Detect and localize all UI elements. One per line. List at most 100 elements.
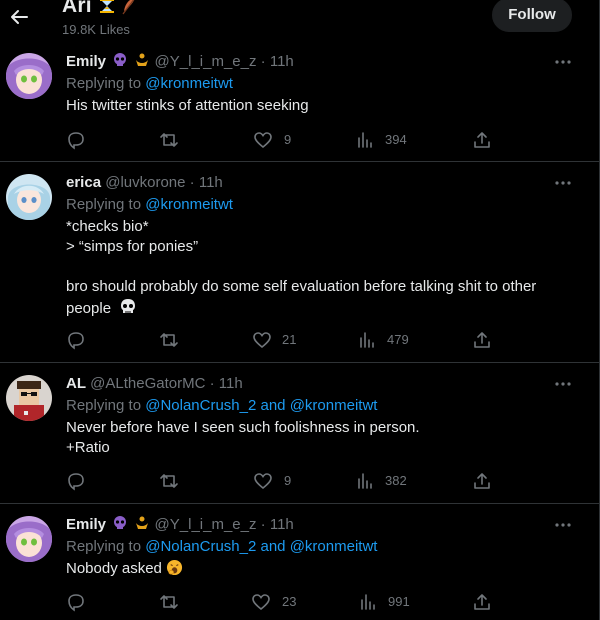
views-button[interactable]: 479 [357,330,427,350]
tweet[interactable]: Emily @Y_l_i_m_e_z · 11h Replying to @No… [0,505,599,620]
ellipsis-icon[interactable] [552,177,574,189]
mention-link[interactable]: @NolanCrush_2 and @kronmeitwt [145,397,377,414]
tweet-text-line: Nobody asked [66,559,183,579]
bar-chart-icon [361,594,375,610]
avatar[interactable] [6,375,52,421]
share-button[interactable] [472,592,492,612]
tweet[interactable]: erica @luvkorone · 11h Replying to @kron… [0,163,599,363]
display-name[interactable]: Emily [66,53,106,70]
feather-icon [122,0,135,15]
like-count: 9 [284,132,292,147]
user-handle[interactable]: @ALtheGatorMC [90,375,205,392]
view-count: 991 [388,594,410,609]
anime-avatar-icon [6,53,52,99]
pixel-avatar-icon [6,375,52,421]
share-icon [474,594,490,610]
tweet-text-line: *checks bio* [66,218,149,235]
arrow-left-icon[interactable] [8,6,30,28]
views-button[interactable]: 394 [355,130,425,150]
like-button[interactable]: 9 [253,471,313,491]
reply-button[interactable] [66,592,96,612]
reply-bubble-icon [68,473,84,491]
skull-emoji-icon [121,299,136,313]
view-count: 394 [385,132,407,147]
replying-to: Replying to @kronmeitwt [66,74,233,94]
profile-likes-timeline: Ari 19.8K Likes Follow Emily @Y_l_i_m_e_… [0,0,600,620]
hourglass-icon [100,0,114,13]
tweet-header: Emily @Y_l_i_m_e_z · 11h [66,515,294,535]
share-button[interactable] [472,130,492,150]
like-count: 21 [282,332,297,347]
user-handle[interactable]: @Y_l_i_m_e_z [155,53,257,70]
tweet-header: AL @ALtheGatorMC · 11h [66,374,243,394]
replying-label: Replying to [66,196,142,213]
mention-link[interactable]: @kronmeitwt [145,75,233,92]
tweet-text-line: bro should probably do some self evaluat… [66,278,537,295]
ellipsis-icon[interactable] [552,378,574,390]
replying-to: Replying to @kronmeitwt [66,195,233,215]
like-button[interactable]: 21 [252,330,312,350]
tweet[interactable]: AL @ALtheGatorMC · 11h Replying to @Nola… [0,364,599,504]
heart-icon [253,332,271,349]
gold-emblem-icon [136,516,149,529]
ellipsis-icon[interactable] [552,519,574,531]
bar-chart-icon [358,473,372,489]
timestamp[interactable]: · 11h [261,516,294,533]
share-button[interactable] [472,330,492,350]
purple-skull-icon [114,53,127,66]
yawning-face-emoji-icon [167,559,183,576]
reply-button[interactable] [66,130,96,150]
like-button[interactable]: 9 [253,130,313,150]
profile-name: Ari [62,0,92,17]
bar-chart-icon [358,132,372,148]
reply-bubble-icon [68,594,84,612]
mention-link[interactable]: @kronmeitwt [145,196,233,213]
tweet-text-line: > “simps for ponies” [66,238,199,255]
tweet-text: His twitter stinks of attention seeking [66,97,309,114]
heart-icon [254,473,272,490]
reply-bubble-icon [68,332,84,350]
tweet-text-line: people [66,298,137,319]
views-button[interactable]: 382 [355,471,425,491]
share-icon [474,473,490,489]
follow-button[interactable]: Follow [492,0,572,32]
anime-avatar-icon [6,516,52,562]
replying-label: Replying to [66,75,142,92]
replying-to: Replying to @NolanCrush_2 and @kronmeitw… [66,537,377,557]
profile-header: Ari 19.8K Likes Follow [0,0,599,42]
share-button[interactable] [472,471,492,491]
ellipsis-icon[interactable] [552,56,574,68]
user-handle[interactable]: @luvkorone [105,174,185,191]
mention-link[interactable]: @NolanCrush_2 and @kronmeitwt [145,538,377,555]
timestamp[interactable]: · 11h [261,53,294,70]
avatar[interactable] [6,53,52,99]
views-button[interactable]: 991 [358,592,428,612]
gold-emblem-icon [136,53,149,66]
view-count: 382 [385,473,407,488]
share-icon [474,332,490,348]
retweet-button[interactable] [159,330,189,350]
retweet-icon [160,333,178,347]
user-handle[interactable]: @Y_l_i_m_e_z [155,516,257,533]
share-icon [474,132,490,148]
display-name[interactable]: Emily [66,516,106,533]
avatar[interactable] [6,174,52,220]
tweet-text-line: +Ratio [66,439,110,456]
retweet-button[interactable] [159,592,189,612]
retweet-icon [160,133,178,147]
heart-icon [252,594,270,611]
reply-button[interactable] [66,471,96,491]
display-name[interactable]: erica [66,174,101,191]
replying-to: Replying to @NolanCrush_2 and @kronmeitw… [66,396,377,416]
avatar[interactable] [6,516,52,562]
timestamp[interactable]: · 11h [190,174,223,191]
reply-button[interactable] [66,330,96,350]
timestamp[interactable]: · 11h [210,375,243,392]
display-name[interactable]: AL [66,375,86,392]
like-button[interactable]: 23 [251,592,311,612]
retweet-button[interactable] [159,130,189,150]
tweet-header: erica @luvkorone · 11h [66,173,223,193]
view-count: 479 [387,332,409,347]
retweet-button[interactable] [159,471,189,491]
tweet[interactable]: Emily @Y_l_i_m_e_z · 11h Replying to @kr… [0,42,599,162]
